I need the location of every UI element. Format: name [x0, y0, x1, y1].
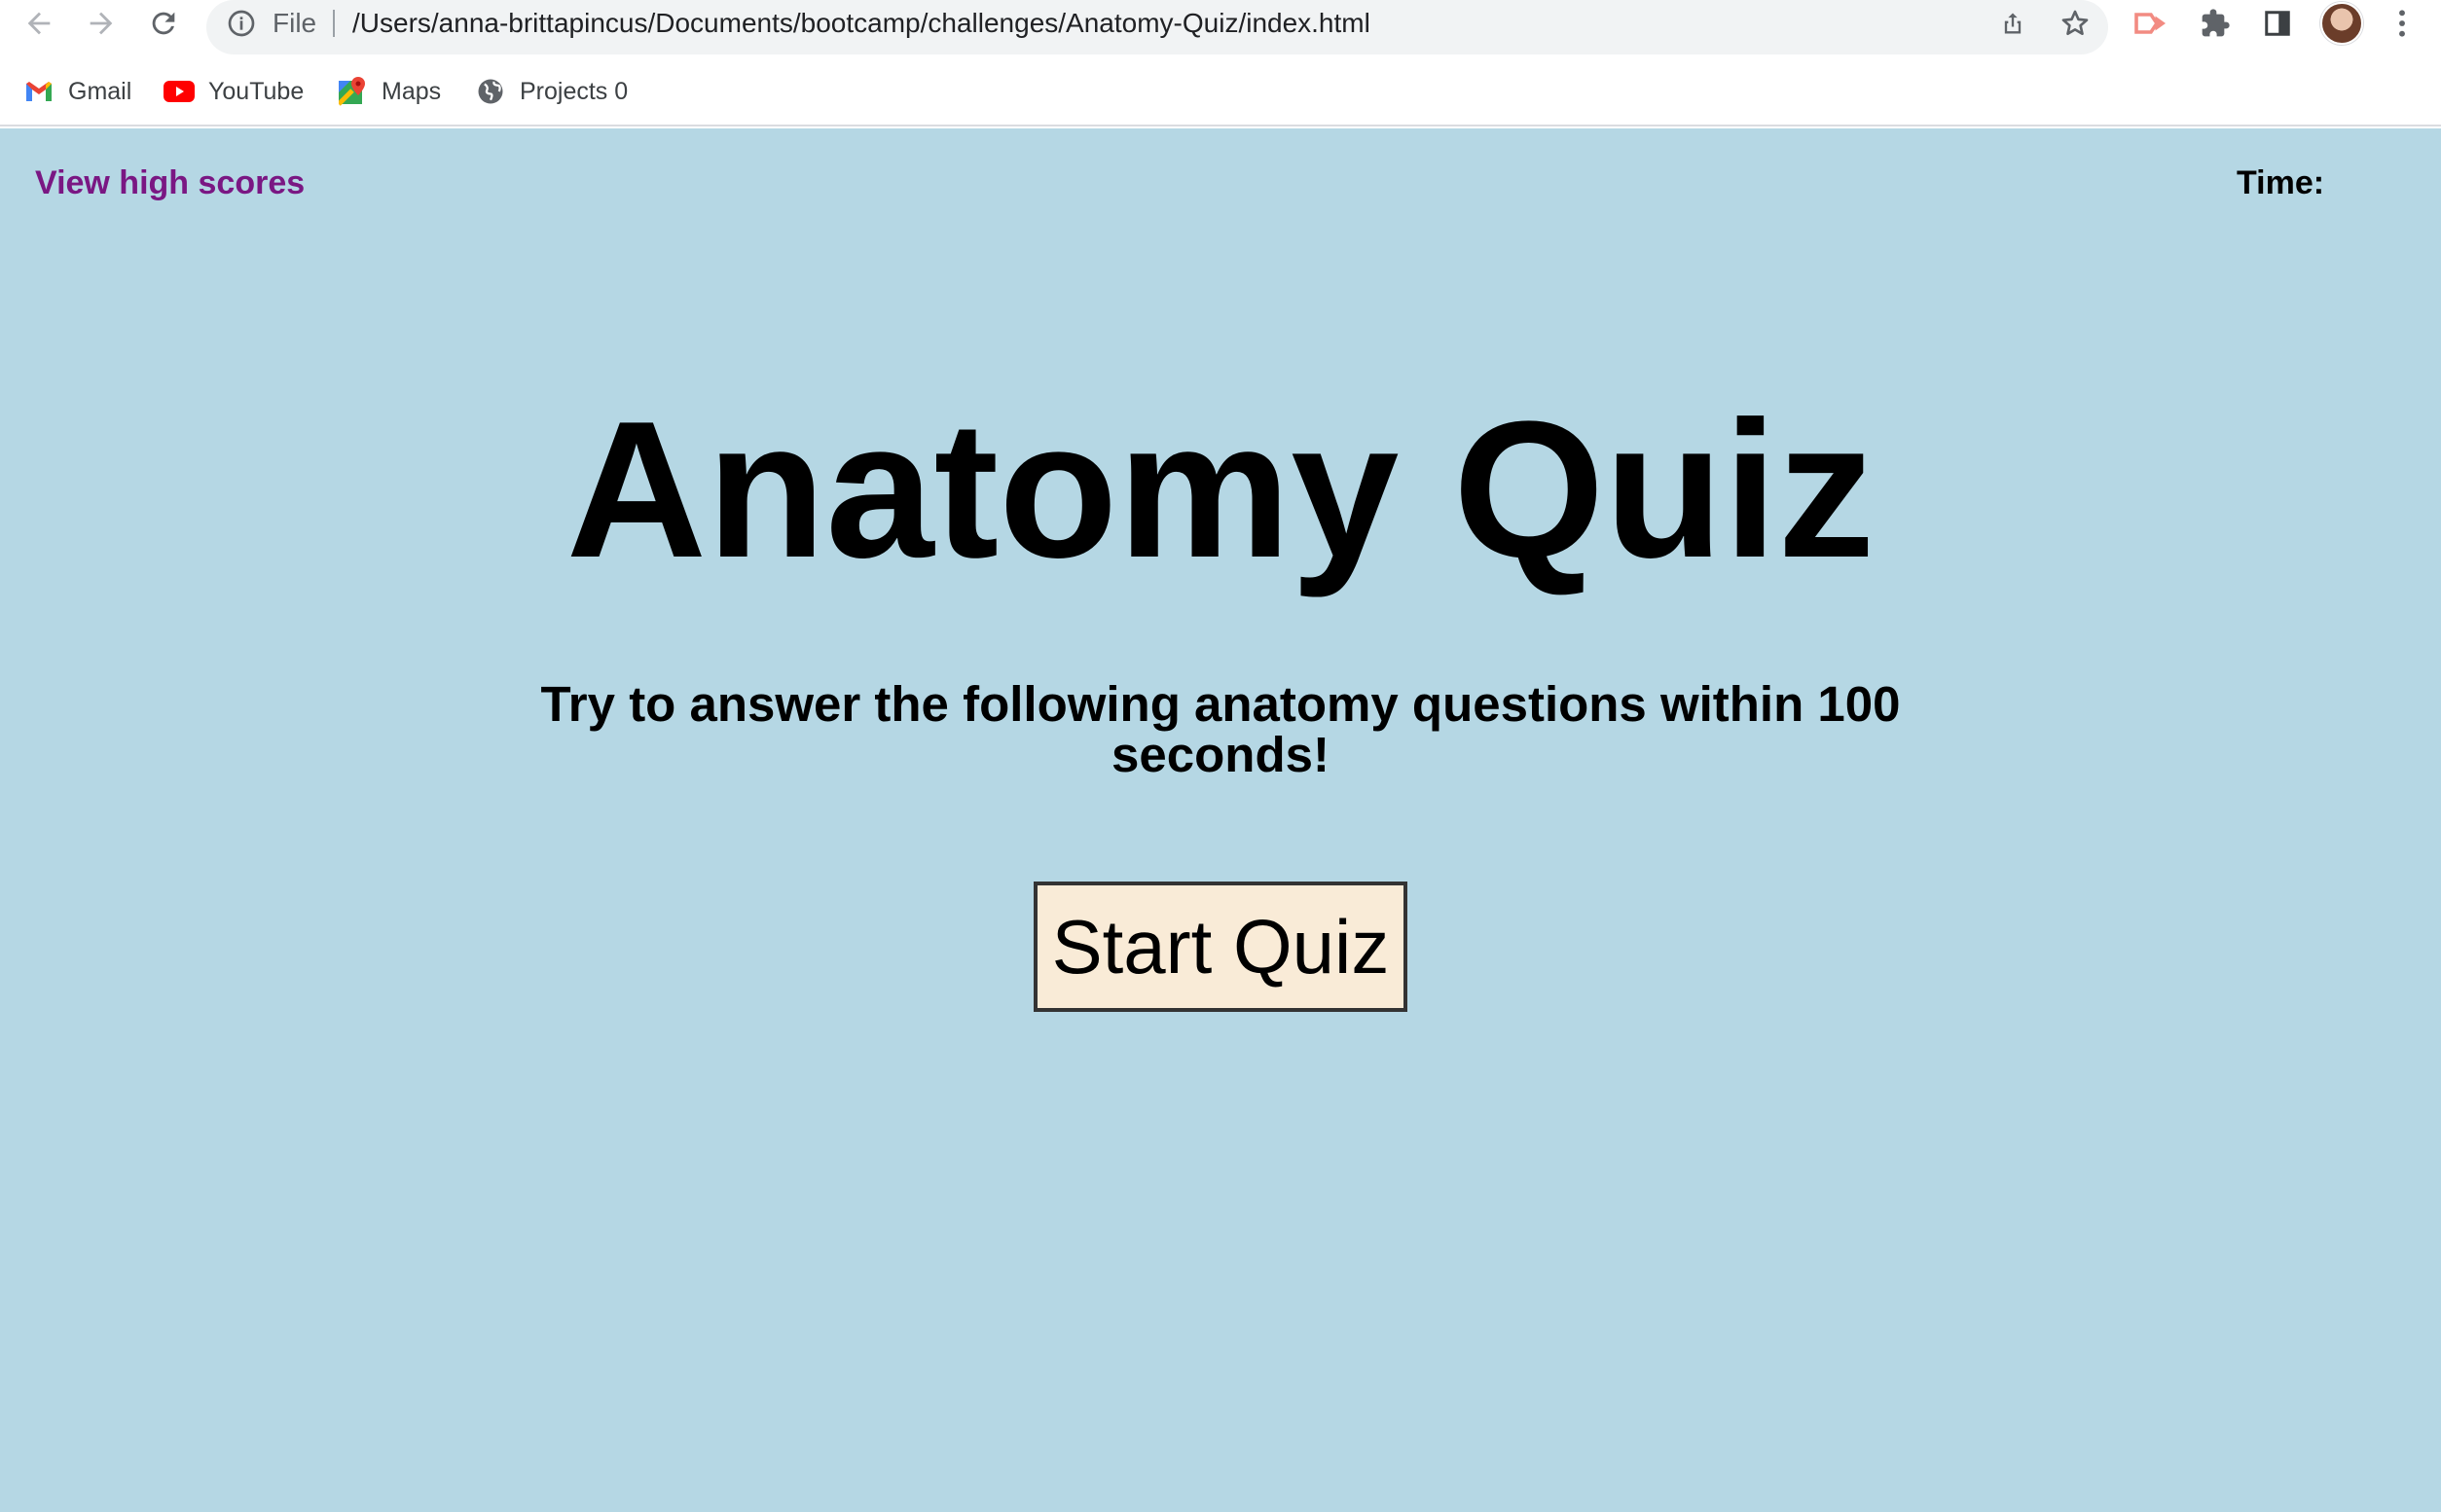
maps-icon [337, 76, 368, 107]
kebab-menu-icon [2399, 10, 2405, 37]
start-quiz-button[interactable]: Start Quiz [1034, 882, 1407, 1012]
scheme-label: File [273, 8, 317, 38]
reload-button[interactable] [142, 2, 185, 45]
bookmark-label: Maps [382, 77, 442, 105]
share-button[interactable] [1993, 4, 2032, 43]
browser-toolbar: File /Users/anna-brittapincus/Documents/… [0, 0, 2441, 54]
profile-avatar[interactable] [2320, 2, 2363, 45]
extensions-button[interactable] [2196, 4, 2235, 43]
timer-label: Time: [2237, 164, 2325, 201]
page-content: View high scores Time: Anatomy Quiz Try … [0, 128, 2441, 1512]
record-extension-icon [2134, 13, 2166, 34]
globe-icon [475, 76, 506, 107]
bookmark-label: Gmail [68, 77, 132, 105]
bookmark-maps[interactable]: Maps [337, 74, 441, 109]
url-text[interactable]: /Users/anna-brittapincus/Documents/bootc… [352, 6, 1370, 41]
share-icon [2004, 13, 2022, 34]
reload-icon [152, 12, 175, 35]
page-title: Anatomy Quiz [565, 381, 1876, 598]
side-panel-icon [2265, 11, 2290, 36]
youtube-icon [164, 76, 195, 107]
back-arrow-icon [27, 12, 51, 35]
bookmark-projects[interactable]: Projects 0 [475, 74, 628, 109]
gmail-icon [23, 76, 55, 107]
bookmark-gmail[interactable]: Gmail [23, 74, 131, 109]
forward-button[interactable] [80, 2, 123, 45]
bookmark-label: Projects 0 [520, 77, 629, 105]
site-info-icon[interactable] [226, 8, 257, 39]
quiz-instructions: Try to answer the following anatomy ques… [540, 676, 1901, 782]
menu-button[interactable] [2383, 4, 2422, 43]
puzzle-icon [2202, 9, 2230, 37]
bookmark-label: YouTube [208, 77, 305, 105]
bookmark-youtube[interactable]: YouTube [164, 74, 304, 109]
omnibox-divider [333, 10, 335, 37]
side-panel-button[interactable] [2258, 4, 2297, 43]
bookmark-star-button[interactable] [2056, 4, 2095, 43]
bookmarks-bar: Gmail YouTube Maps Projects 0 [0, 62, 2441, 126]
view-high-scores-link[interactable]: View high scores [35, 163, 305, 202]
star-icon [2061, 10, 2089, 35]
extension-button[interactable] [2131, 4, 2170, 43]
back-button[interactable] [18, 2, 60, 45]
forward-arrow-icon [90, 12, 113, 35]
